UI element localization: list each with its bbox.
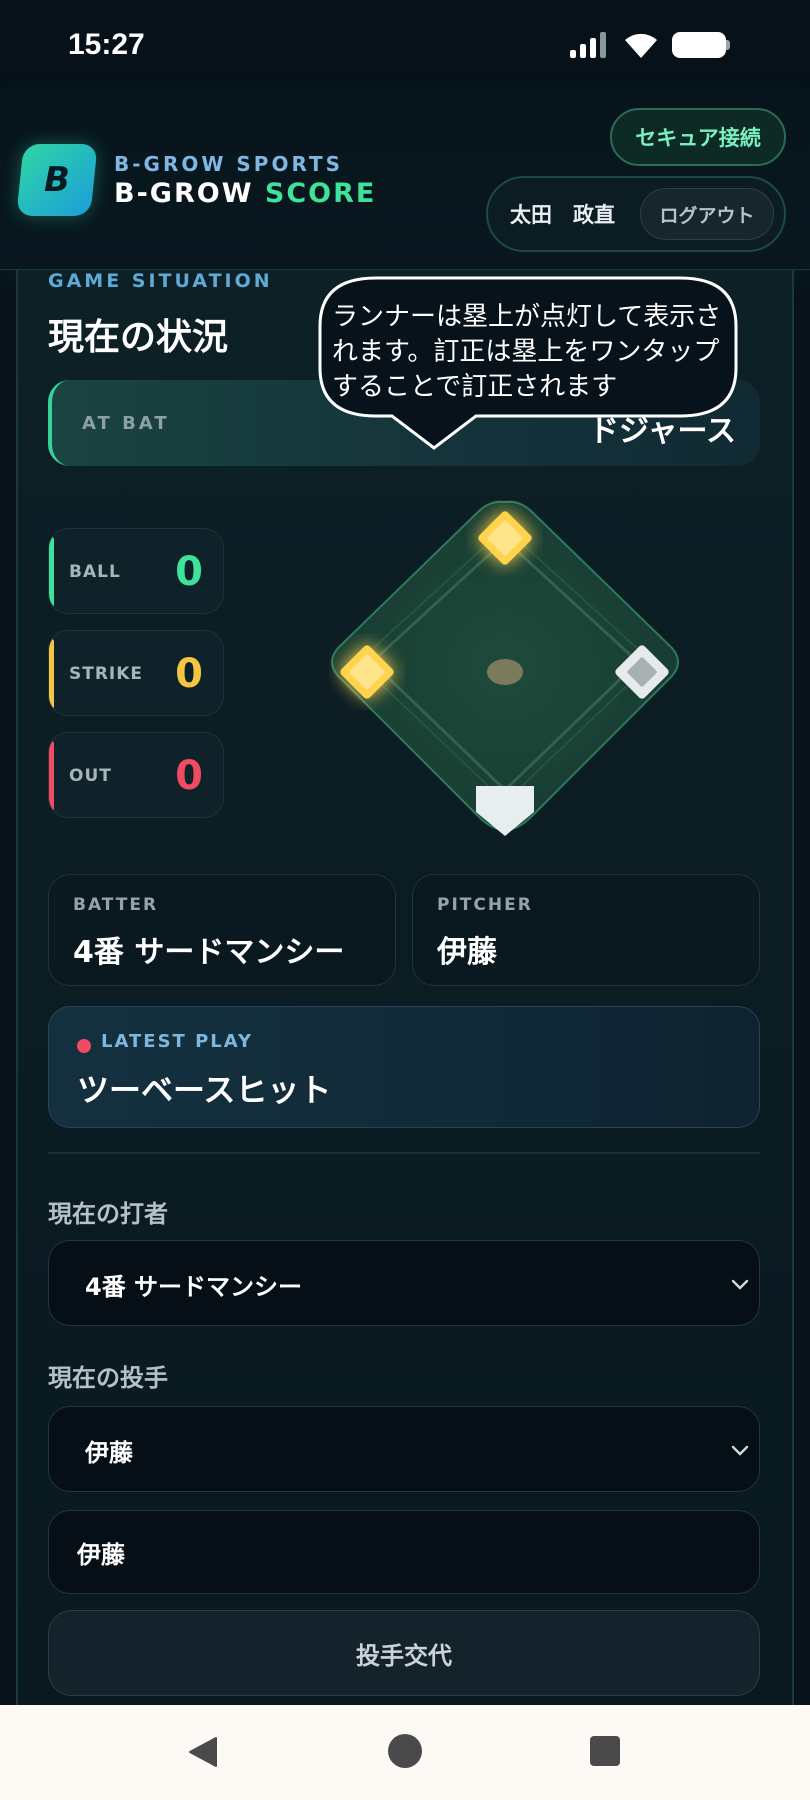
at-bat-label: AT BAT bbox=[82, 412, 170, 434]
batter-card-value: 4番 サードマンシー bbox=[73, 935, 345, 970]
second-base-icon[interactable] bbox=[467, 500, 543, 576]
section-title: 現在の状況 bbox=[48, 317, 229, 358]
chevron-down-icon bbox=[731, 1279, 749, 1290]
brand-title-main: B-GROW bbox=[114, 178, 254, 209]
strike-edge bbox=[49, 639, 54, 709]
latest-play-value: ツーベースヒット bbox=[77, 1071, 332, 1109]
status-icons bbox=[570, 30, 740, 60]
home-plate-icon bbox=[476, 786, 534, 836]
help-callout: ランナーは塁上が点灯して表示されます。訂正は塁上をワンタップすることで訂正されま… bbox=[316, 276, 740, 450]
out-edge bbox=[49, 741, 54, 811]
latest-play-card: LATEST PLAY ツーベースヒット bbox=[48, 1006, 760, 1128]
pitcher-select[interactable]: 伊藤 bbox=[48, 1406, 760, 1492]
strike-value: 0 bbox=[175, 651, 203, 697]
ball-count-card[interactable]: BALL 0 bbox=[48, 528, 224, 614]
pitcher-field-label: 現在の投手 bbox=[48, 1364, 168, 1392]
ball-value: 0 bbox=[175, 549, 203, 595]
signal-icon bbox=[570, 32, 610, 58]
user-pill: 太田 政直 ログアウト bbox=[486, 176, 786, 252]
system-nav-bar bbox=[0, 1705, 810, 1800]
user-name: 太田 政直 bbox=[510, 203, 615, 227]
logout-button[interactable]: ログアウト bbox=[640, 188, 774, 240]
back-icon[interactable] bbox=[186, 1735, 220, 1769]
status-time: 15:27 bbox=[68, 28, 145, 61]
third-base-icon[interactable] bbox=[329, 634, 405, 710]
brand-title-accent: SCORE bbox=[264, 178, 377, 209]
batter-card-label: BATTER bbox=[73, 895, 159, 915]
pitcher-select-value: 伊藤 bbox=[85, 1438, 133, 1467]
ball-edge bbox=[49, 537, 54, 607]
strike-label: STRIKE bbox=[69, 664, 144, 684]
batter-field-label: 現在の打者 bbox=[48, 1200, 168, 1228]
latest-play-label: LATEST PLAY bbox=[101, 1031, 253, 1052]
pitcher-card-value: 伊藤 bbox=[437, 935, 497, 970]
strike-count-card[interactable]: STRIKE 0 bbox=[48, 630, 224, 716]
out-value: 0 bbox=[175, 753, 203, 799]
wifi-icon bbox=[625, 33, 657, 58]
batter-select[interactable]: 4番 サードマンシー bbox=[48, 1240, 760, 1326]
out-label: OUT bbox=[69, 766, 112, 786]
ball-label: BALL bbox=[69, 562, 121, 582]
app-header: B B-GROW SPORTS B-GROW SCORE セキュア接続 太田 政… bbox=[0, 90, 810, 270]
chevron-down-icon bbox=[731, 1445, 749, 1456]
pitcher-mound bbox=[487, 659, 523, 685]
pitcher-card-label: PITCHER bbox=[437, 895, 533, 915]
brand-title: B-GROW SCORE bbox=[114, 178, 376, 209]
pitcher-card: PITCHER 伊藤 bbox=[412, 874, 760, 986]
secure-connection-badge[interactable]: セキュア接続 bbox=[610, 108, 786, 166]
pitcher-name-input[interactable] bbox=[48, 1510, 760, 1594]
brand-logo: B bbox=[16, 144, 98, 216]
section-divider bbox=[48, 1152, 760, 1154]
logo-letter: B bbox=[44, 160, 70, 200]
first-base-icon[interactable] bbox=[604, 634, 680, 710]
baseball-diamond bbox=[320, 490, 690, 850]
batter-card: BATTER 4番 サードマンシー bbox=[48, 874, 396, 986]
batter-select-value: 4番 サードマンシー bbox=[85, 1272, 303, 1301]
recent-apps-icon[interactable] bbox=[590, 1736, 620, 1766]
home-icon[interactable] bbox=[388, 1734, 422, 1768]
battery-icon bbox=[672, 32, 730, 58]
change-pitcher-button[interactable]: 投手交代 bbox=[48, 1610, 760, 1696]
status-bar: 15:27 bbox=[0, 0, 810, 90]
out-count-card[interactable]: OUT 0 bbox=[48, 732, 224, 818]
section-eyebrow: GAME SITUATION bbox=[48, 270, 273, 292]
brand-subtitle: B-GROW SPORTS bbox=[114, 152, 343, 176]
live-dot-icon bbox=[77, 1039, 91, 1053]
callout-text: ランナーは塁上が点灯して表示されます。訂正は塁上をワンタップすることで訂正されま… bbox=[332, 302, 722, 402]
